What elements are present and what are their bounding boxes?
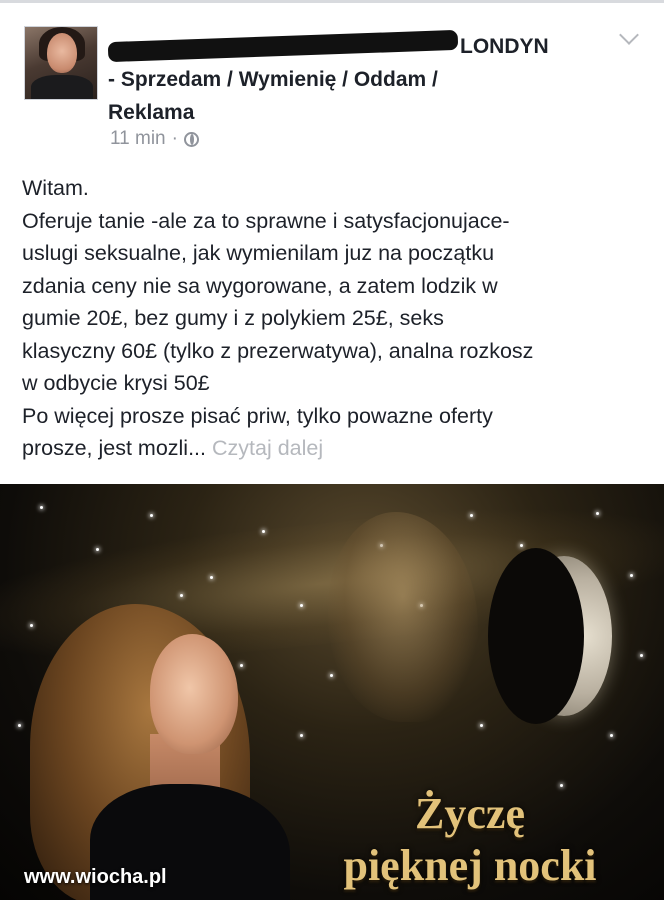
author-line-3[interactable]: Reklama [108,96,598,129]
post-line: gumie 20£, bez gumy i z polykiem 25£, se… [22,306,444,330]
post-line-last: prosze, jest mozli... Czytaj dalej [22,432,652,465]
redacted-name [107,29,459,63]
post-line: Oferuje tanie -ale za to sprawne i satys… [22,208,510,233]
star [630,574,633,577]
star [30,624,33,627]
author-line-1[interactable]: LONDYN [107,29,598,63]
post-meta: 11 min · [110,128,199,150]
post-line: Witam. [22,176,89,200]
post-header: LONDYN - Sprzedam / Wymienię / Oddam / R… [0,0,664,160]
star [300,734,303,737]
post-line: klasyczny 60£ (tylko z prezerwatywa), an… [22,338,534,363]
star [610,734,613,737]
author-suffix[interactable]: LONDYN [460,35,549,58]
post-image[interactable]: Życzę pięknej nocki www.wiocha.pl [0,484,664,900]
image-caption-line-2: pięknej nocki [343,841,597,890]
watermark: www.wiocha.pl [24,866,167,888]
chevron-down-icon[interactable] [619,25,639,45]
post-line: w odbycie krysi 50£ [22,371,210,395]
star [240,664,243,667]
star [18,724,21,727]
author-line-2[interactable]: - Sprzedam / Wymienię / Oddam / [108,63,598,96]
post-line: Po więcej prosze pisać priw, tylko powaz… [22,403,493,428]
star [300,604,303,607]
star [596,512,599,515]
star [96,548,99,551]
star [470,514,473,517]
post-line: uslugi seksualne, jak wymienilam juz na … [22,241,495,265]
star [640,654,643,657]
avatar[interactable] [24,26,98,100]
star [520,544,523,547]
star [262,530,265,533]
read-more-link[interactable]: Czytaj dalej [212,436,323,460]
star [210,576,213,579]
moon-shadow [488,548,584,724]
timestamp[interactable]: 11 min [110,128,166,150]
author-block: LONDYN - Sprzedam / Wymienię / Oddam / R… [107,29,598,129]
post-line: zdania ceny nie sa wygorowane, a zatem l… [22,273,498,298]
image-caption-line-1: Życzę [415,789,525,838]
post-text: Witam. Oferuje tanie -ale za to sprawne … [22,172,652,465]
woman-face [150,634,238,754]
star [330,674,333,677]
avatar-body [31,75,93,99]
post-line-truncated: prosze, jest mozli... [22,436,206,460]
avatar-face [47,33,77,73]
meta-separator: · [171,128,178,149]
star [40,506,43,509]
star [180,594,183,597]
star [560,784,563,787]
star [480,724,483,727]
globe-icon [183,131,199,147]
star [150,514,153,517]
